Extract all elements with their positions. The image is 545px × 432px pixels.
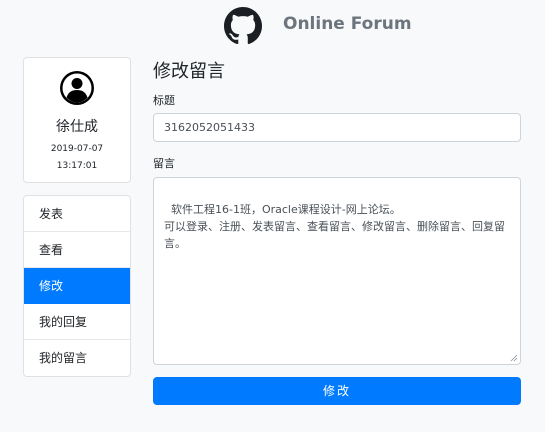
sidebar-menu: 发表 查看 修改 我的回复 我的留言	[23, 195, 131, 377]
github-icon[interactable]	[224, 7, 262, 45]
header: Online Forum	[0, 0, 545, 52]
title-label: 标题	[153, 94, 175, 107]
profile-date: 2019-07-07	[50, 144, 104, 154]
message-text: 软件工程16-1班，Oracle课程设计-网上论坛。 可以登录、注册、发表留言、…	[164, 203, 505, 250]
username: 徐仕成	[56, 119, 98, 135]
resize-handle-icon[interactable]	[510, 354, 518, 362]
profile-card: 徐仕成 2019-07-07 13:17:01	[23, 57, 131, 183]
page-title: 修改留言	[153, 61, 225, 82]
menu-item-edit[interactable]: 修改	[24, 268, 130, 304]
menu-item-post[interactable]: 发表	[24, 196, 130, 232]
menu-item-view[interactable]: 查看	[24, 232, 130, 268]
menu-item-my-replies[interactable]: 我的回复	[24, 304, 130, 340]
message-textarea[interactable]: 软件工程16-1班，Oracle课程设计-网上论坛。 可以登录、注册、发表留言、…	[153, 177, 521, 365]
menu-item-my-messages[interactable]: 我的留言	[24, 340, 130, 376]
user-circle-icon	[60, 71, 94, 105]
submit-edit-button[interactable]: 修改	[153, 377, 521, 405]
message-label: 留言	[153, 157, 175, 170]
profile-time: 13:17:01	[56, 161, 98, 171]
brand-title[interactable]: Online Forum	[283, 14, 412, 34]
title-input[interactable]: 3162052051433	[153, 113, 521, 142]
